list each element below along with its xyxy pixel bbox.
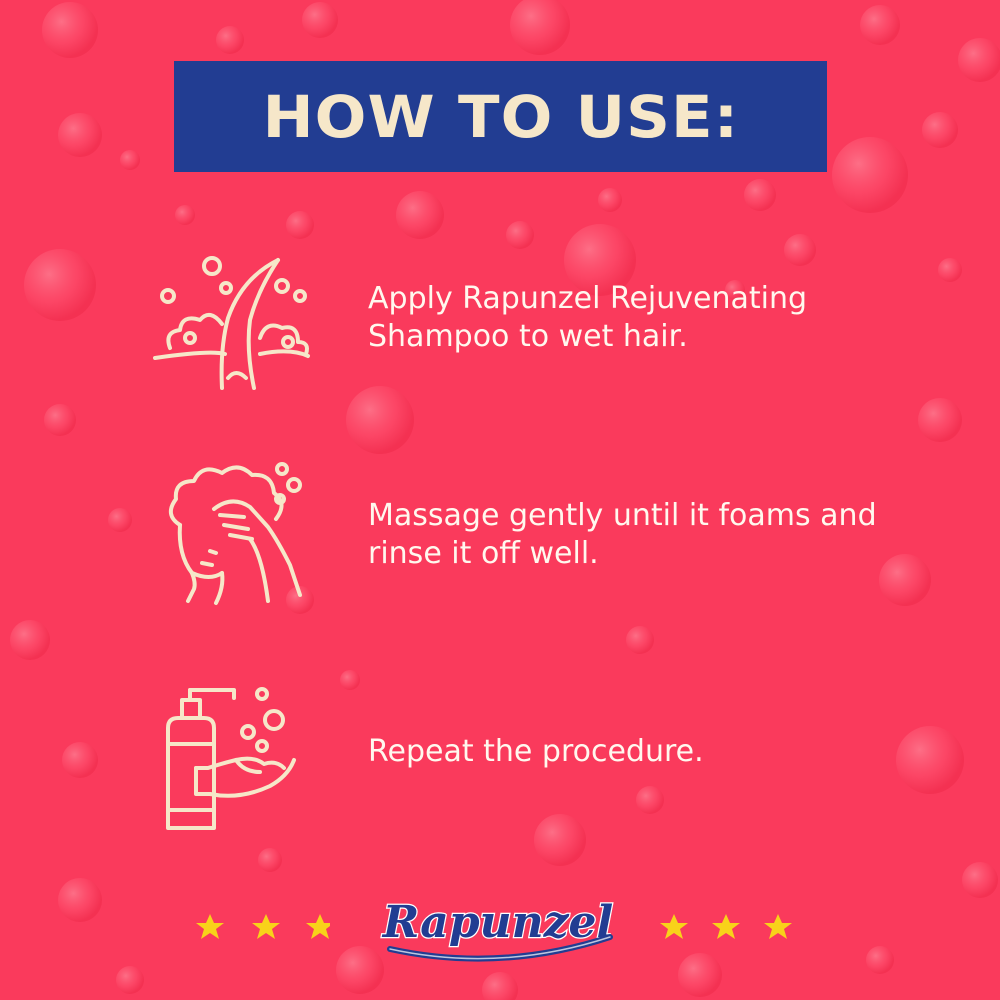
star-row-left [196,914,330,939]
step-1-text: Apply Rapunzel Rejuvenating Shampoo to w… [368,281,808,354]
step-3: Repeat the procedure. [150,672,870,832]
star-icon [252,914,280,939]
footer: Rapunzel [190,876,810,976]
star-icon [712,914,740,939]
star-icon [196,914,224,939]
title-banner: HOW TO USE: [174,61,827,172]
step-3-text: Repeat the procedure. [368,734,704,769]
hair-shampoo-icon [153,256,310,390]
star-icon [306,914,330,939]
step-1: Apply Rapunzel Rejuvenating Shampoo to w… [150,238,870,398]
svg-text:Rapunzel: Rapunzel [381,897,614,948]
page-title: HOW TO USE: [262,82,739,151]
step-2: Massage gently until it foams and rinse … [150,455,877,615]
pump-bottle-hand-icon [166,687,296,830]
rapunzel-logo: Rapunzel [379,896,615,962]
star-icon [660,914,688,939]
head-massage-icon [168,462,302,605]
star-icon [764,914,792,939]
star-row-right [660,914,792,939]
step-2-text: Massage gently until it foams and rinse … [368,498,877,571]
